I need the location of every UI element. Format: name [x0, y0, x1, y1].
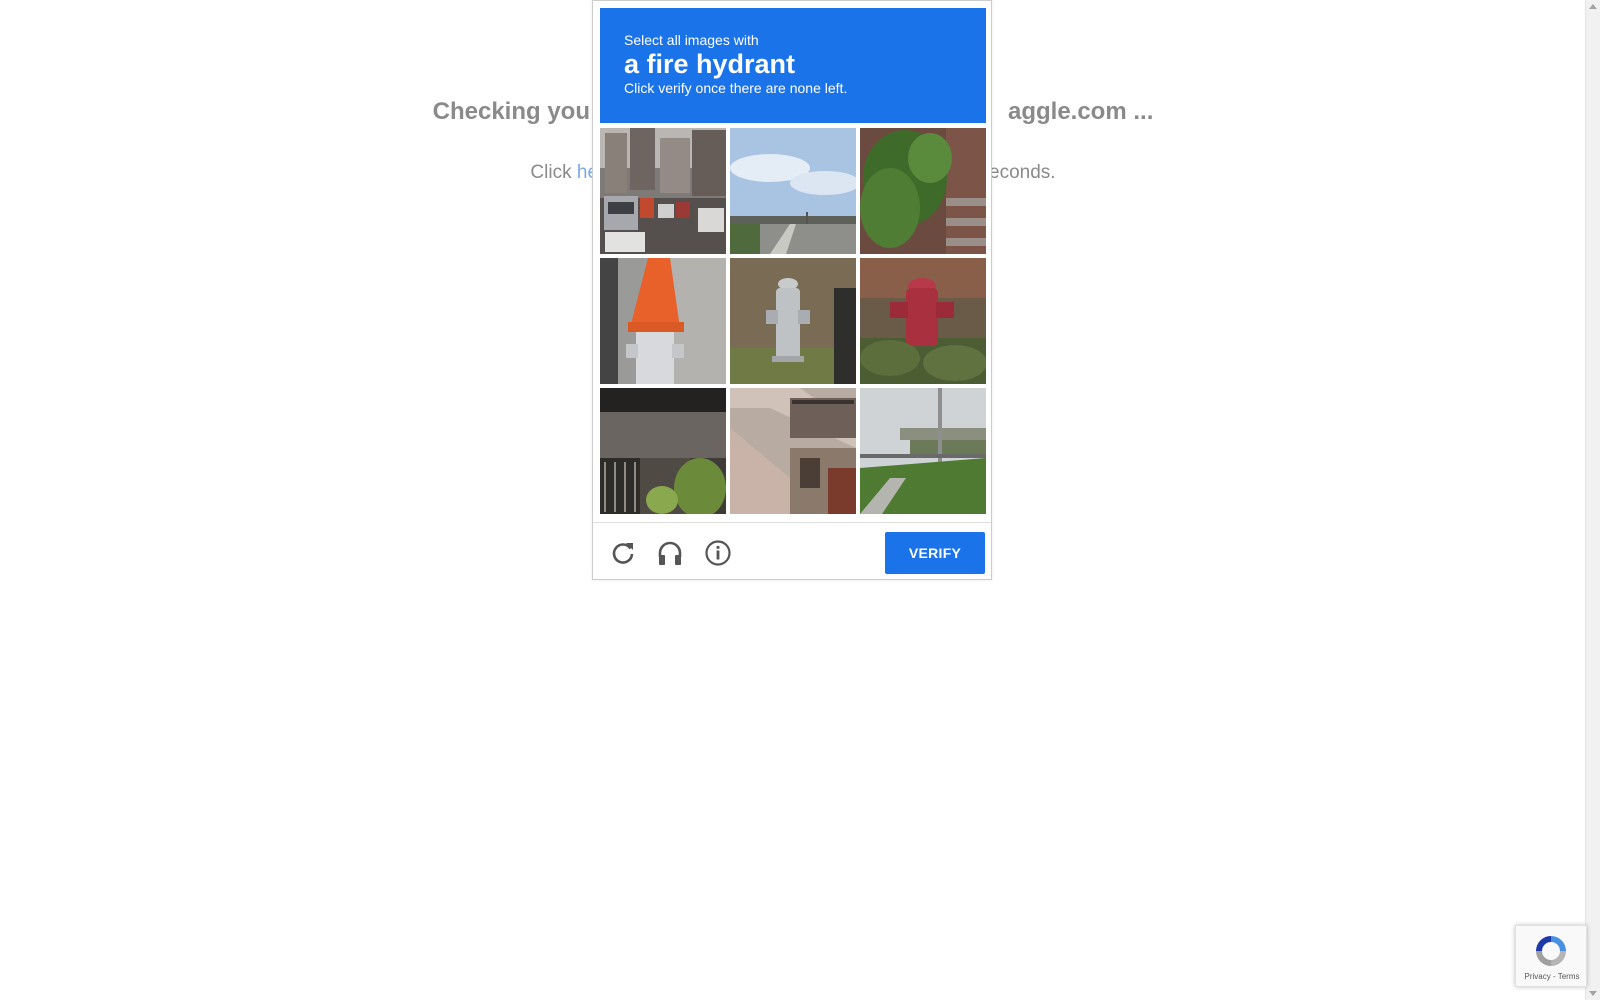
verify-button[interactable]: VERIFY [885, 532, 985, 574]
captcha-tile-4[interactable] [600, 258, 726, 384]
plants-stairs-image [860, 128, 986, 254]
captcha-tile-2[interactable] [730, 128, 856, 254]
instruction-text: Select all images with [624, 32, 759, 48]
privacy-link[interactable]: Privacy [1525, 972, 1551, 981]
captcha-tile-7[interactable] [600, 388, 726, 514]
captcha-tile-3[interactable] [860, 128, 986, 254]
page-subtext-left: Click [530, 162, 577, 183]
hydrant-with-cone-image [600, 258, 726, 384]
scroll-up-icon[interactable] [1589, 4, 1597, 9]
recaptcha-badge[interactable]: Privacy - Terms [1515, 925, 1587, 987]
street-traffic-image [600, 128, 726, 254]
page-subtext-right: econds. [989, 162, 1056, 183]
verify-hint: Click verify once there are none left. [624, 80, 848, 96]
scroll-down-icon[interactable] [1589, 991, 1597, 996]
page-heading-right: aggle.com ... [1007, 98, 1154, 125]
red-hydrant-image [860, 258, 986, 384]
captcha-tile-6[interactable] [860, 258, 986, 384]
captcha-challenge: Select all images with a fire hydrant Cl… [592, 0, 992, 580]
highway-sky-image [730, 128, 856, 254]
recaptcha-logo-icon [1532, 932, 1570, 970]
headphones-icon[interactable] [656, 539, 684, 567]
page: Checking you aggle.com ... Click he econds… [0, 0, 1600, 1000]
badge-separator: - [1550, 972, 1558, 981]
silver-hydrant-image [730, 258, 856, 384]
captcha-tile-9[interactable] [860, 388, 986, 514]
reload-icon[interactable] [609, 539, 637, 567]
info-icon[interactable] [704, 539, 732, 567]
terms-link[interactable]: Terms [1558, 972, 1580, 981]
captcha-footer: VERIFY [593, 522, 991, 580]
wall-fence-plants-image [600, 388, 726, 514]
road-overpass-image [860, 388, 986, 514]
image-grid [600, 128, 986, 516]
badge-links: Privacy - Terms [1516, 972, 1588, 981]
page-heading-left: Checking you [432, 98, 590, 125]
rooftops-balcony-image [730, 388, 856, 514]
captcha-tile-5[interactable] [730, 258, 856, 384]
target-object: a fire hydrant [624, 49, 796, 79]
captcha-tile-8[interactable] [730, 388, 856, 514]
captcha-header: Select all images with a fire hydrant Cl… [600, 8, 986, 123]
captcha-tile-1[interactable] [600, 128, 726, 254]
vertical-scrollbar[interactable] [1585, 0, 1600, 1000]
